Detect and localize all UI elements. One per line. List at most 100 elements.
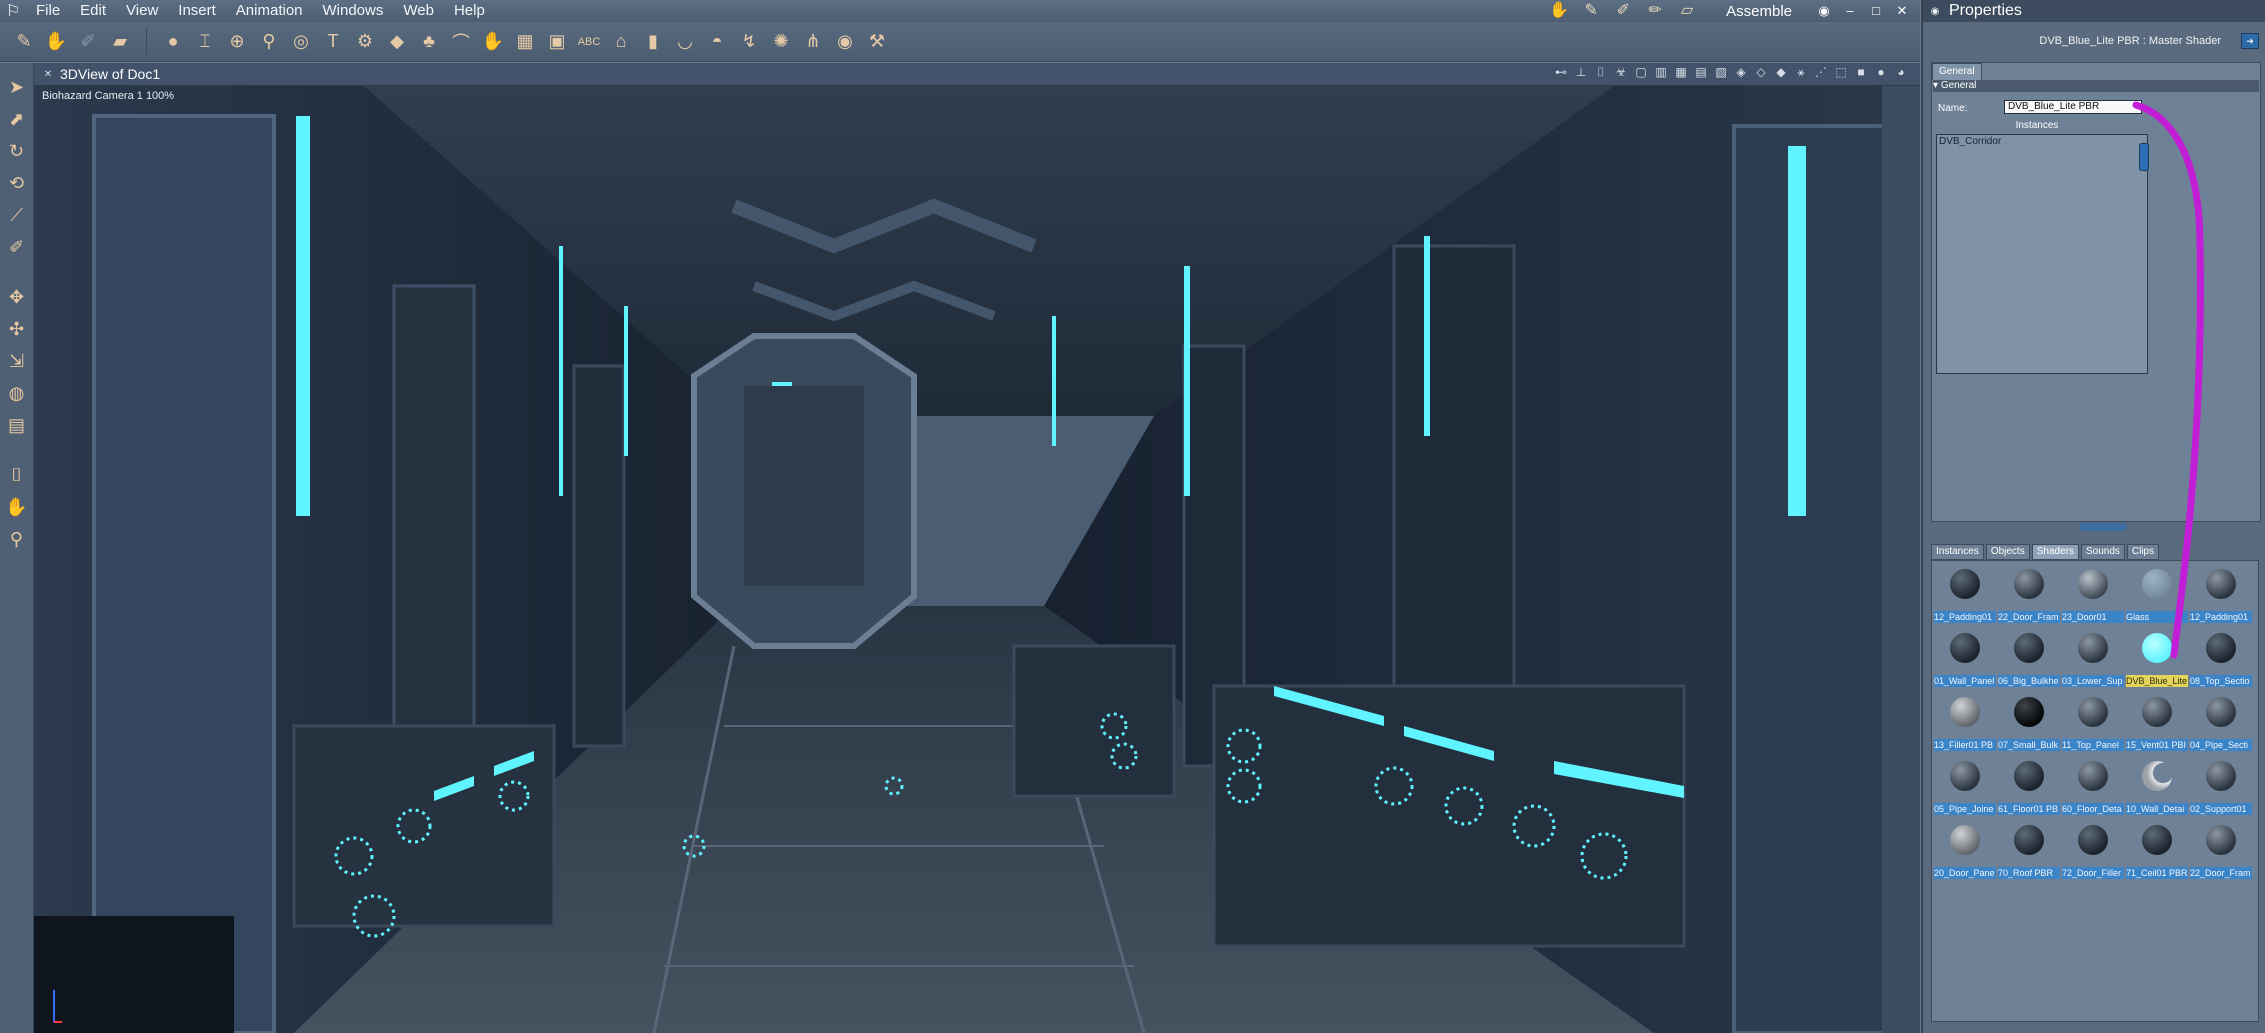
text-3d-icon[interactable]: ABC [575,28,603,56]
texture-sphere-icon[interactable]: ◕ [1894,65,1908,79]
menu-web[interactable]: Web [393,0,444,22]
shader-thumbnail[interactable]: 22_Door_Fram [2190,819,2252,881]
shader-thumbnail[interactable]: 13_Filler01 PB [1934,691,1996,753]
menu-insert[interactable]: Insert [168,0,226,22]
splash-icon[interactable]: ✺ [767,28,795,56]
paint-icon[interactable]: ✐ [4,233,30,261]
shader-thumbnail[interactable]: 20_Door_Pane [1934,819,1996,881]
direct-select-icon[interactable]: ⬈ [4,105,30,133]
scene-pin-icon[interactable]: ⊥ [1574,65,1588,79]
shader-thumbnail[interactable]: 72_Door_Filler [2062,819,2124,881]
shader-thumbnail[interactable]: 02_Support01 [2190,755,2252,817]
cylinder-primitive-icon[interactable]: ⌶ [191,28,219,56]
text-primitive-icon[interactable]: T [319,28,347,56]
single-view-icon[interactable]: ▢ [1634,65,1648,79]
layer-icon[interactable]: ▤ [4,411,30,439]
app-logo-icon[interactable]: ⚐ [0,0,26,22]
list-item[interactable]: DVB_Corridor [1939,136,2001,147]
smooth-sphere-icon[interactable]: ● [1874,65,1888,79]
shell-icon[interactable]: ◓ [703,28,731,56]
scene-camera-icon[interactable]: ⌷ [1594,65,1608,79]
library-tab-sounds[interactable]: Sounds [2080,544,2125,560]
solid-cube-icon[interactable]: ■ [1854,65,1868,79]
shader-thumbnail[interactable]: 61_Floor01 PB [1998,755,2060,817]
pen-tool-icon[interactable]: ✎ [10,28,38,56]
menu-file[interactable]: File [26,0,70,22]
select-arrow-icon[interactable]: ➤ [4,73,30,101]
library-tab-shaders[interactable]: Shaders [2031,544,2079,560]
panel-splitter[interactable] [2079,523,2127,531]
library-tab-objects[interactable]: Objects [1985,544,2030,560]
globe-primitive-icon[interactable]: ⊕ [223,28,251,56]
menu-help[interactable]: Help [444,0,495,22]
render-room-icon[interactable]: ▱ [1676,2,1698,20]
eye-icon[interactable]: ◉ [1816,3,1832,19]
torus-primitive-icon[interactable]: ◎ [287,28,315,56]
viewport-close-icon[interactable]: ✕ [40,69,56,80]
plane-primitive-icon[interactable]: ◆ [383,28,411,56]
move-axis-icon[interactable]: ✣ [4,315,30,343]
section-general[interactable]: ▾ General [1933,80,2259,92]
minimize-icon[interactable]: – [1842,3,1858,19]
eraser-tool-icon[interactable]: ▰ [106,28,134,56]
shading-mode-2-icon[interactable]: ◇ [1754,65,1768,79]
brush-tool-icon[interactable]: ✐ [74,28,102,56]
terrain-primitive-icon[interactable]: ⌒ [447,28,475,56]
zoom-magnifier-icon[interactable]: ⚲ [4,525,30,553]
close-icon[interactable]: ✕ [1894,3,1910,19]
split-view-icon[interactable]: ▥ [1654,65,1668,79]
network-icon[interactable]: ⋔ [799,28,827,56]
shader-thumbnail[interactable]: 03_Lower_Sup [2062,627,2124,689]
shader-thumbnail[interactable]: 71_Ceil01 PBR [2126,819,2188,881]
rotate-icon[interactable]: ↻ [4,137,30,165]
scene-link-icon[interactable]: ⊷ [1554,65,1568,79]
cube-object-icon[interactable]: ▣ [543,28,571,56]
shading-mode-3-icon[interactable]: ◆ [1774,65,1788,79]
shader-thumbnail[interactable]: 12_Padding01 [1934,563,1996,625]
brush-room-icon[interactable]: ✐ [1612,2,1634,20]
gear-primitive-icon[interactable]: ⚙ [351,28,379,56]
bone-primitive-icon[interactable]: ⚲ [255,28,283,56]
scale-icon[interactable]: ⇲ [4,347,30,375]
menu-edit[interactable]: Edit [70,0,116,22]
wrench-icon[interactable]: ⚒ [863,28,891,56]
camera-icon[interactable]: ⌷ [4,461,30,489]
target-icon[interactable]: ◉ [831,28,859,56]
shader-thumbnail[interactable]: 70_Roof PBR [1998,819,2060,881]
twist-icon[interactable]: ⟲ [4,169,30,197]
shape-room-icon[interactable]: ✎ [1580,2,1602,20]
hand-room-icon[interactable]: ✋ [1548,2,1570,20]
library-tab-instances[interactable]: Instances [1931,544,1984,560]
shader-name-field[interactable] [2004,100,2142,114]
bowl-icon[interactable]: ◡ [671,28,699,56]
grid-toggle-icon[interactable]: ⋰ [1814,65,1828,79]
menu-view[interactable]: View [116,0,168,22]
triple-view-icon[interactable]: ▤ [1694,65,1708,79]
grid-object-icon[interactable]: ▦ [511,28,539,56]
pencil-room-icon[interactable]: ✏ [1644,2,1666,20]
3d-viewport[interactable]: Biohazard Camera 1 100% [34,86,1920,1033]
capsule-icon[interactable]: ▮ [639,28,667,56]
menu-windows[interactable]: Windows [313,0,394,22]
wire-cube-icon[interactable]: ⬚ [1834,65,1848,79]
lightning-icon[interactable]: ↯ [735,28,763,56]
move-icon[interactable]: ✥ [4,283,30,311]
room-label[interactable]: Assemble [1726,3,1792,20]
pan-hand-icon[interactable]: ✋ [4,493,30,521]
shading-mode-1-icon[interactable]: ◈ [1734,65,1748,79]
orbit-icon[interactable]: ◍ [4,379,30,407]
shader-thumbnail[interactable]: 11_Top_Panel [2062,691,2124,753]
multi-view-icon[interactable]: ▧ [1714,65,1728,79]
shader-thumbnail[interactable]: 01_Wall_Panel [1934,627,1996,689]
shader-thumbnail[interactable]: 60_Floor_Deta [2062,755,2124,817]
shader-thumbnail[interactable]: 04_Pipe_Secti [2190,691,2252,753]
hand-tool-icon[interactable]: ✋ [42,28,70,56]
quad-view-icon[interactable]: ▦ [1674,65,1688,79]
shader-thumbnail[interactable]: 10_Wall_Detai [2126,755,2188,817]
menu-animation[interactable]: Animation [226,0,313,22]
sphere-primitive-icon[interactable]: ● [159,28,187,56]
axis-icon[interactable]: ⚹ [1794,65,1808,79]
tab-general[interactable]: General [1932,63,1982,80]
shader-thumbnail[interactable]: 23_Door01 [2062,563,2124,625]
house-icon[interactable]: ⌂ [607,28,635,56]
